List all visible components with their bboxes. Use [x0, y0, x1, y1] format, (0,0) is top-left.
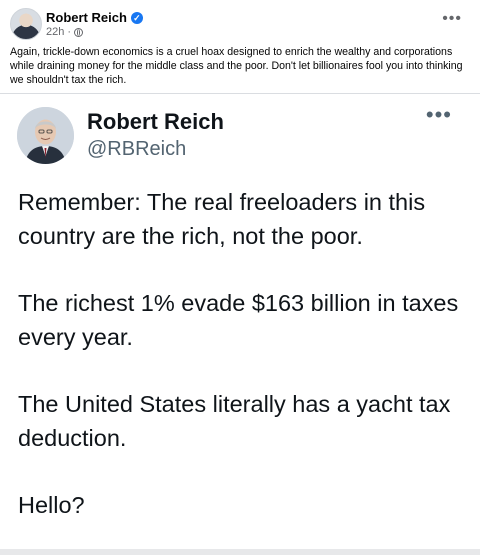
verified-badge-icon: ✓	[130, 11, 143, 24]
tweet-paragraph: Remember: The real freeloaders in this c…	[18, 189, 426, 249]
tweet-screenshot[interactable]: Robert Reich @RBReich ••• Remember: The …	[0, 93, 480, 549]
author-avatar[interactable]	[10, 8, 42, 40]
tweet-author-avatar	[17, 107, 74, 164]
author-name[interactable]: Robert Reich	[46, 10, 127, 25]
tweet-author-handle: @RBReich	[87, 138, 187, 160]
author-name-row: Robert Reich ✓	[46, 10, 143, 25]
meta-separator: ·	[67, 26, 72, 38]
post-header: Robert Reich ✓ 22h · •••	[10, 8, 470, 42]
post-meta: 22h ·	[46, 26, 84, 38]
post-time[interactable]: 22h	[46, 26, 64, 38]
tweet-paragraph: Hello?	[18, 492, 85, 518]
tweet-paragraph: The United States literally has a yacht …	[18, 391, 451, 451]
post-more-options-icon[interactable]: •••	[442, 11, 462, 27]
tweet-paragraph: The richest 1% evade $163 billion in tax…	[18, 290, 459, 350]
globe-icon	[74, 27, 84, 37]
tweet-author-name: Robert Reich	[87, 109, 224, 134]
post-caption: Again, trickle-down economics is a cruel…	[10, 46, 463, 87]
facebook-post: Robert Reich ✓ 22h · ••• Again, trickle-…	[0, 0, 480, 549]
tweet-body: Remember: The real freeloaders in this c…	[18, 185, 464, 555]
tweet-more-options-icon: •••	[425, 102, 452, 127]
